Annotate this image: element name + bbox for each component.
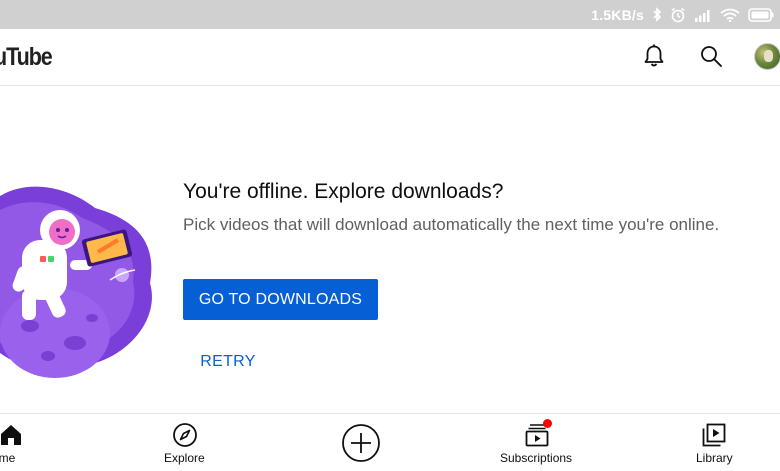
nav-home[interactable]: ome <box>0 414 40 471</box>
battery-icon <box>748 7 774 22</box>
system-status-bar: 1.5KB/s <box>0 0 780 29</box>
nav-subscriptions[interactable]: Subscriptions <box>490 414 584 471</box>
retry-button[interactable]: RETRY <box>183 344 273 380</box>
offline-title: You're offline. Explore downloads? <box>183 180 504 203</box>
bluetooth-icon <box>652 7 662 22</box>
notifications-bell-icon[interactable] <box>641 43 667 69</box>
notification-dot <box>543 419 552 428</box>
home-icon <box>0 422 24 448</box>
alarm-icon <box>670 7 686 23</box>
network-speed: 1.5KB/s <box>591 6 644 23</box>
app-header: uTube <box>0 29 780 86</box>
nav-explore-label: Explore <box>164 451 205 465</box>
nav-library-label: Library <box>696 451 733 465</box>
nav-create[interactable] <box>335 414 387 471</box>
bottom-navigation-bar: ome Explore Subscriptions Library <box>0 413 780 470</box>
wifi-icon <box>720 8 740 22</box>
offline-description: Pick videos that will download automatic… <box>183 215 720 234</box>
youtube-logo[interactable]: uTube <box>0 43 53 72</box>
search-icon[interactable] <box>698 43 724 69</box>
nav-library[interactable]: Library <box>685 414 745 471</box>
go-to-downloads-button[interactable]: GO TO DOWNLOADS <box>183 279 378 320</box>
offline-astronaut-illustration <box>0 178 160 378</box>
compass-icon <box>172 422 198 448</box>
nav-explore[interactable]: Explore <box>150 414 220 471</box>
nav-subscriptions-label: Subscriptions <box>500 451 573 465</box>
create-plus-icon <box>341 423 381 463</box>
nav-home-label: ome <box>0 451 16 465</box>
library-icon <box>701 422 727 448</box>
account-avatar[interactable] <box>754 43 780 70</box>
signal-icon <box>694 8 712 22</box>
